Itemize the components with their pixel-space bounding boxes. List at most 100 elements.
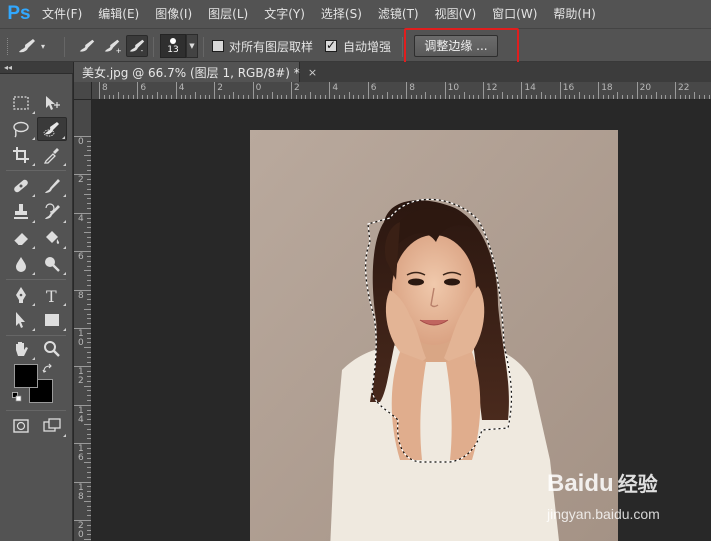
rectangle-tool[interactable] <box>37 308 67 332</box>
ruler-minor-tick <box>87 491 91 493</box>
menu-select[interactable]: 选择(S) <box>313 0 370 28</box>
eyedropper-icon <box>43 148 59 164</box>
ruler-minor-tick <box>87 452 91 454</box>
menu-layer[interactable]: 图层(L) <box>200 0 256 28</box>
ruler-minor-tick <box>87 184 91 185</box>
ruler-label: 12 <box>486 83 498 93</box>
document-tab-title: 美女.jpg @ 66.7% (图层 1, RGB/8#) * <box>82 65 300 80</box>
pen-icon <box>16 287 26 303</box>
refine-edge-button[interactable]: 调整边缘 ... <box>414 35 498 57</box>
brush-size-picker[interactable]: 13 <box>160 34 186 58</box>
subtract-from-selection-mode-button[interactable]: - <box>126 35 148 57</box>
options-bar-grip[interactable] <box>7 38 9 55</box>
ruler-minor-tick <box>492 95 494 99</box>
type-tool[interactable]: T <box>37 283 67 307</box>
brush-tool[interactable] <box>37 174 67 198</box>
paint-bucket-icon <box>46 231 60 244</box>
ruler-minor-tick <box>87 409 91 411</box>
ruler-minor-tick <box>87 486 91 488</box>
lasso-icon <box>13 121 29 138</box>
ruler-minor-tick <box>87 342 91 344</box>
move-tool[interactable] <box>37 91 67 115</box>
ruler-minor-tick <box>699 95 700 99</box>
ruler-minor-tick <box>87 376 91 377</box>
screen-mode-button[interactable] <box>37 414 67 438</box>
ruler-minor-tick <box>497 95 499 99</box>
lasso-tool[interactable] <box>6 117 36 141</box>
ruler-minor-tick <box>708 95 710 99</box>
sample-all-layers-checkbox[interactable] <box>212 40 224 52</box>
ruler-minor-tick <box>310 92 312 99</box>
paint-bucket-tool[interactable] <box>37 226 67 250</box>
ruler-minor-tick <box>247 95 249 99</box>
add-selection-brush-icon: + <box>104 39 122 55</box>
ruler-minor-tick <box>430 95 432 99</box>
ruler-label: 4 <box>78 213 84 224</box>
ruler-minor-tick <box>631 95 633 99</box>
blur-tool[interactable] <box>6 252 36 276</box>
document-canvas[interactable] <box>92 100 711 541</box>
eraser-tool[interactable] <box>6 226 36 250</box>
pen-tool[interactable] <box>6 283 36 307</box>
ruler-label: 2 <box>294 83 300 93</box>
ruler-minor-tick <box>161 95 163 99</box>
ruler-minor-tick <box>87 265 91 267</box>
eyedropper-tool[interactable] <box>37 143 67 167</box>
ruler-tick <box>444 82 446 99</box>
rectangular-marquee-tool[interactable] <box>6 91 36 115</box>
clone-stamp-tool[interactable] <box>6 200 36 224</box>
menu-filter[interactable]: 滤镜(T) <box>370 0 427 28</box>
ruler-minor-tick <box>459 95 460 99</box>
menu-view[interactable]: 视图(V) <box>427 0 485 28</box>
quick-selection-tool[interactable] <box>37 117 67 141</box>
zoom-tool[interactable] <box>37 337 67 361</box>
hand-icon <box>16 342 28 356</box>
spot-healing-brush-tool[interactable] <box>6 174 36 198</box>
path-selection-tool[interactable] <box>6 308 36 332</box>
ruler-minor-tick <box>84 308 91 310</box>
swap-colors-icon[interactable] <box>42 363 54 375</box>
close-document-icon[interactable]: × <box>308 66 317 79</box>
vertical-ruler[interactable]: 0 2 4 6 8 1 0 1 2 1 4 1 6 1 8 2 0 <box>74 100 92 541</box>
ruler-minor-tick <box>84 462 91 464</box>
ruler-minor-tick <box>243 95 244 99</box>
menu-window[interactable]: 窗口(W) <box>484 0 545 28</box>
ruler-minor-tick <box>372 95 374 99</box>
ruler-minor-tick <box>540 92 542 99</box>
ruler-minor-tick <box>185 95 187 99</box>
marquee-icon <box>13 96 29 110</box>
ruler-minor-tick <box>468 95 470 99</box>
auto-enhance-checkbox[interactable] <box>325 38 337 52</box>
menu-image[interactable]: 图像(I) <box>147 0 200 28</box>
ruler-minor-tick <box>156 92 158 99</box>
ruler-tick <box>291 82 292 99</box>
photoshop-logo: Ps <box>7 3 31 24</box>
hand-tool[interactable] <box>6 337 36 361</box>
brush-size-dropdown-arrow[interactable]: ▼ <box>186 34 198 58</box>
tool-preset-picker[interactable]: ▾ <box>16 35 56 57</box>
panel-collapse-toggle[interactable]: ◂◂ <box>0 62 73 74</box>
document-tab[interactable]: 美女.jpg @ 66.7% (图层 1, RGB/8#) * × <box>74 62 317 82</box>
quick-mask-button[interactable] <box>6 414 36 438</box>
add-to-selection-mode-button[interactable]: + <box>101 35 123 57</box>
menu-edit[interactable]: 编辑(E) <box>90 0 147 28</box>
menu-help[interactable]: 帮助(H) <box>545 0 603 28</box>
new-selection-mode-button[interactable] <box>76 35 98 57</box>
ruler-minor-tick <box>564 95 566 99</box>
ruler-minor-tick <box>204 95 206 99</box>
ruler-minor-tick <box>507 95 508 99</box>
ruler-label: 4 <box>178 83 185 93</box>
ruler-minor-tick <box>84 424 91 425</box>
default-colors-icon[interactable] <box>12 392 22 402</box>
horizontal-ruler[interactable]: 8642024681012141618202224 <box>92 82 711 100</box>
ruler-label: 2 <box>78 175 84 186</box>
brush-size-value: 13 <box>167 44 179 55</box>
ruler-minor-tick <box>660 95 662 99</box>
history-brush-tool[interactable] <box>37 200 67 224</box>
ruler-origin-corner[interactable] <box>74 82 92 100</box>
crop-tool[interactable] <box>6 143 36 167</box>
menu-type[interactable]: 文字(Y) <box>256 0 313 28</box>
menu-file[interactable]: 文件(F) <box>34 0 90 28</box>
foreground-color-swatch[interactable] <box>14 364 38 388</box>
dodge-tool[interactable] <box>37 252 67 276</box>
